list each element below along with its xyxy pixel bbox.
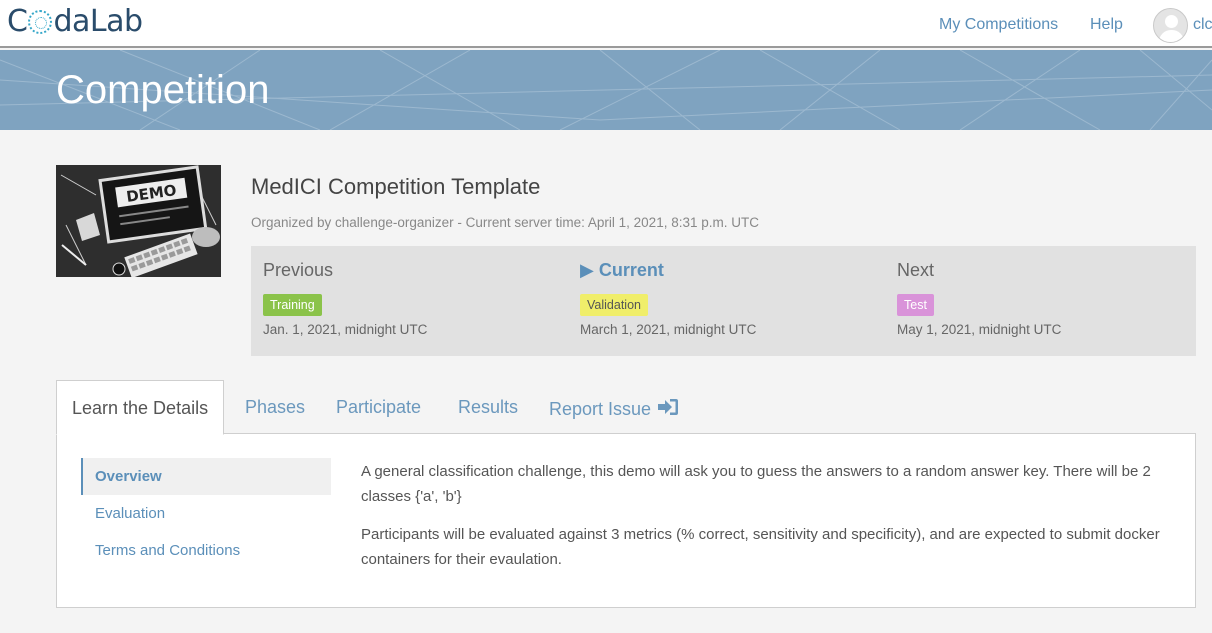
phase-timeline: Previous Training Jan. 1, 2021, midnight… (251, 246, 1196, 356)
phase-next-label: Next (897, 260, 935, 280)
phase-current: ▶ Current Validation March 1, 2021, midn… (580, 260, 756, 337)
avatar-head (1165, 15, 1178, 28)
top-navbar: CdaLab My Competitions Help clc (0, 0, 1212, 48)
demo-illustration: DEMO (56, 165, 221, 277)
organizer-info: Organized by challenge-organizer - Curre… (251, 215, 759, 230)
side-nav-terms-and-conditions[interactable]: Terms and Conditions (81, 532, 331, 569)
avatar-body (1159, 30, 1184, 42)
phase-previous: Previous Training Jan. 1, 2021, midnight… (263, 260, 427, 337)
tab-phases[interactable]: Phases (245, 380, 305, 434)
details-side-nav: Overview Evaluation Terms and Conditions (81, 458, 331, 569)
phase-current-badge: Validation (580, 294, 648, 316)
play-icon: ▶ (580, 260, 594, 280)
competition-tabs: Learn the Details Phases Participate Res… (56, 380, 1196, 435)
competition-title: MedICI Competition Template (251, 174, 541, 199)
details-panel: Overview Evaluation Terms and Conditions… (56, 433, 1196, 608)
phase-current-date: March 1, 2021, midnight UTC (580, 322, 757, 337)
phase-current-label: ▶ Current (580, 260, 756, 284)
tab-participate[interactable]: Participate (336, 380, 421, 434)
overview-content: A general classification challenge, this… (361, 459, 1171, 585)
phase-previous-label: Previous (263, 260, 334, 280)
codalab-logo[interactable]: CdaLab (7, 4, 143, 40)
nav-my-competitions[interactable]: My Competitions (939, 16, 1058, 34)
phase-next-badge: Test (897, 294, 934, 316)
logo-suffix: daLab (53, 4, 143, 39)
overview-paragraph: Participants will be evaluated against 3… (361, 526, 1160, 568)
nav-help[interactable]: Help (1090, 16, 1123, 34)
nav-username[interactable]: clc (1193, 16, 1212, 34)
tab-results[interactable]: Results (458, 380, 518, 434)
page-banner: Competition (0, 50, 1212, 130)
phase-next-date: May 1, 2021, midnight UTC (897, 322, 1062, 337)
phase-previous-badge: Training (263, 294, 322, 316)
user-avatar-icon[interactable] (1153, 8, 1188, 43)
banner-title: Competition (56, 68, 270, 112)
logo-prefix: C (7, 4, 28, 39)
phase-previous-date: Jan. 1, 2021, midnight UTC (263, 322, 428, 337)
tab-report-issue-label: Report Issue (549, 399, 652, 419)
sign-in-icon (657, 397, 679, 422)
overview-paragraph: A general classification challenge, this… (361, 463, 1151, 505)
globe-icon (28, 10, 53, 34)
competition-logo-image: DEMO (56, 165, 221, 277)
tab-report-issue[interactable]: Report Issue (549, 380, 679, 434)
phase-next: Next Test May 1, 2021, midnight UTC (897, 260, 1061, 337)
side-nav-overview[interactable]: Overview (81, 458, 331, 495)
side-nav-evaluation[interactable]: Evaluation (81, 495, 331, 532)
phase-current-label-text: Current (598, 260, 664, 280)
tab-learn-the-details[interactable]: Learn the Details (56, 380, 225, 435)
